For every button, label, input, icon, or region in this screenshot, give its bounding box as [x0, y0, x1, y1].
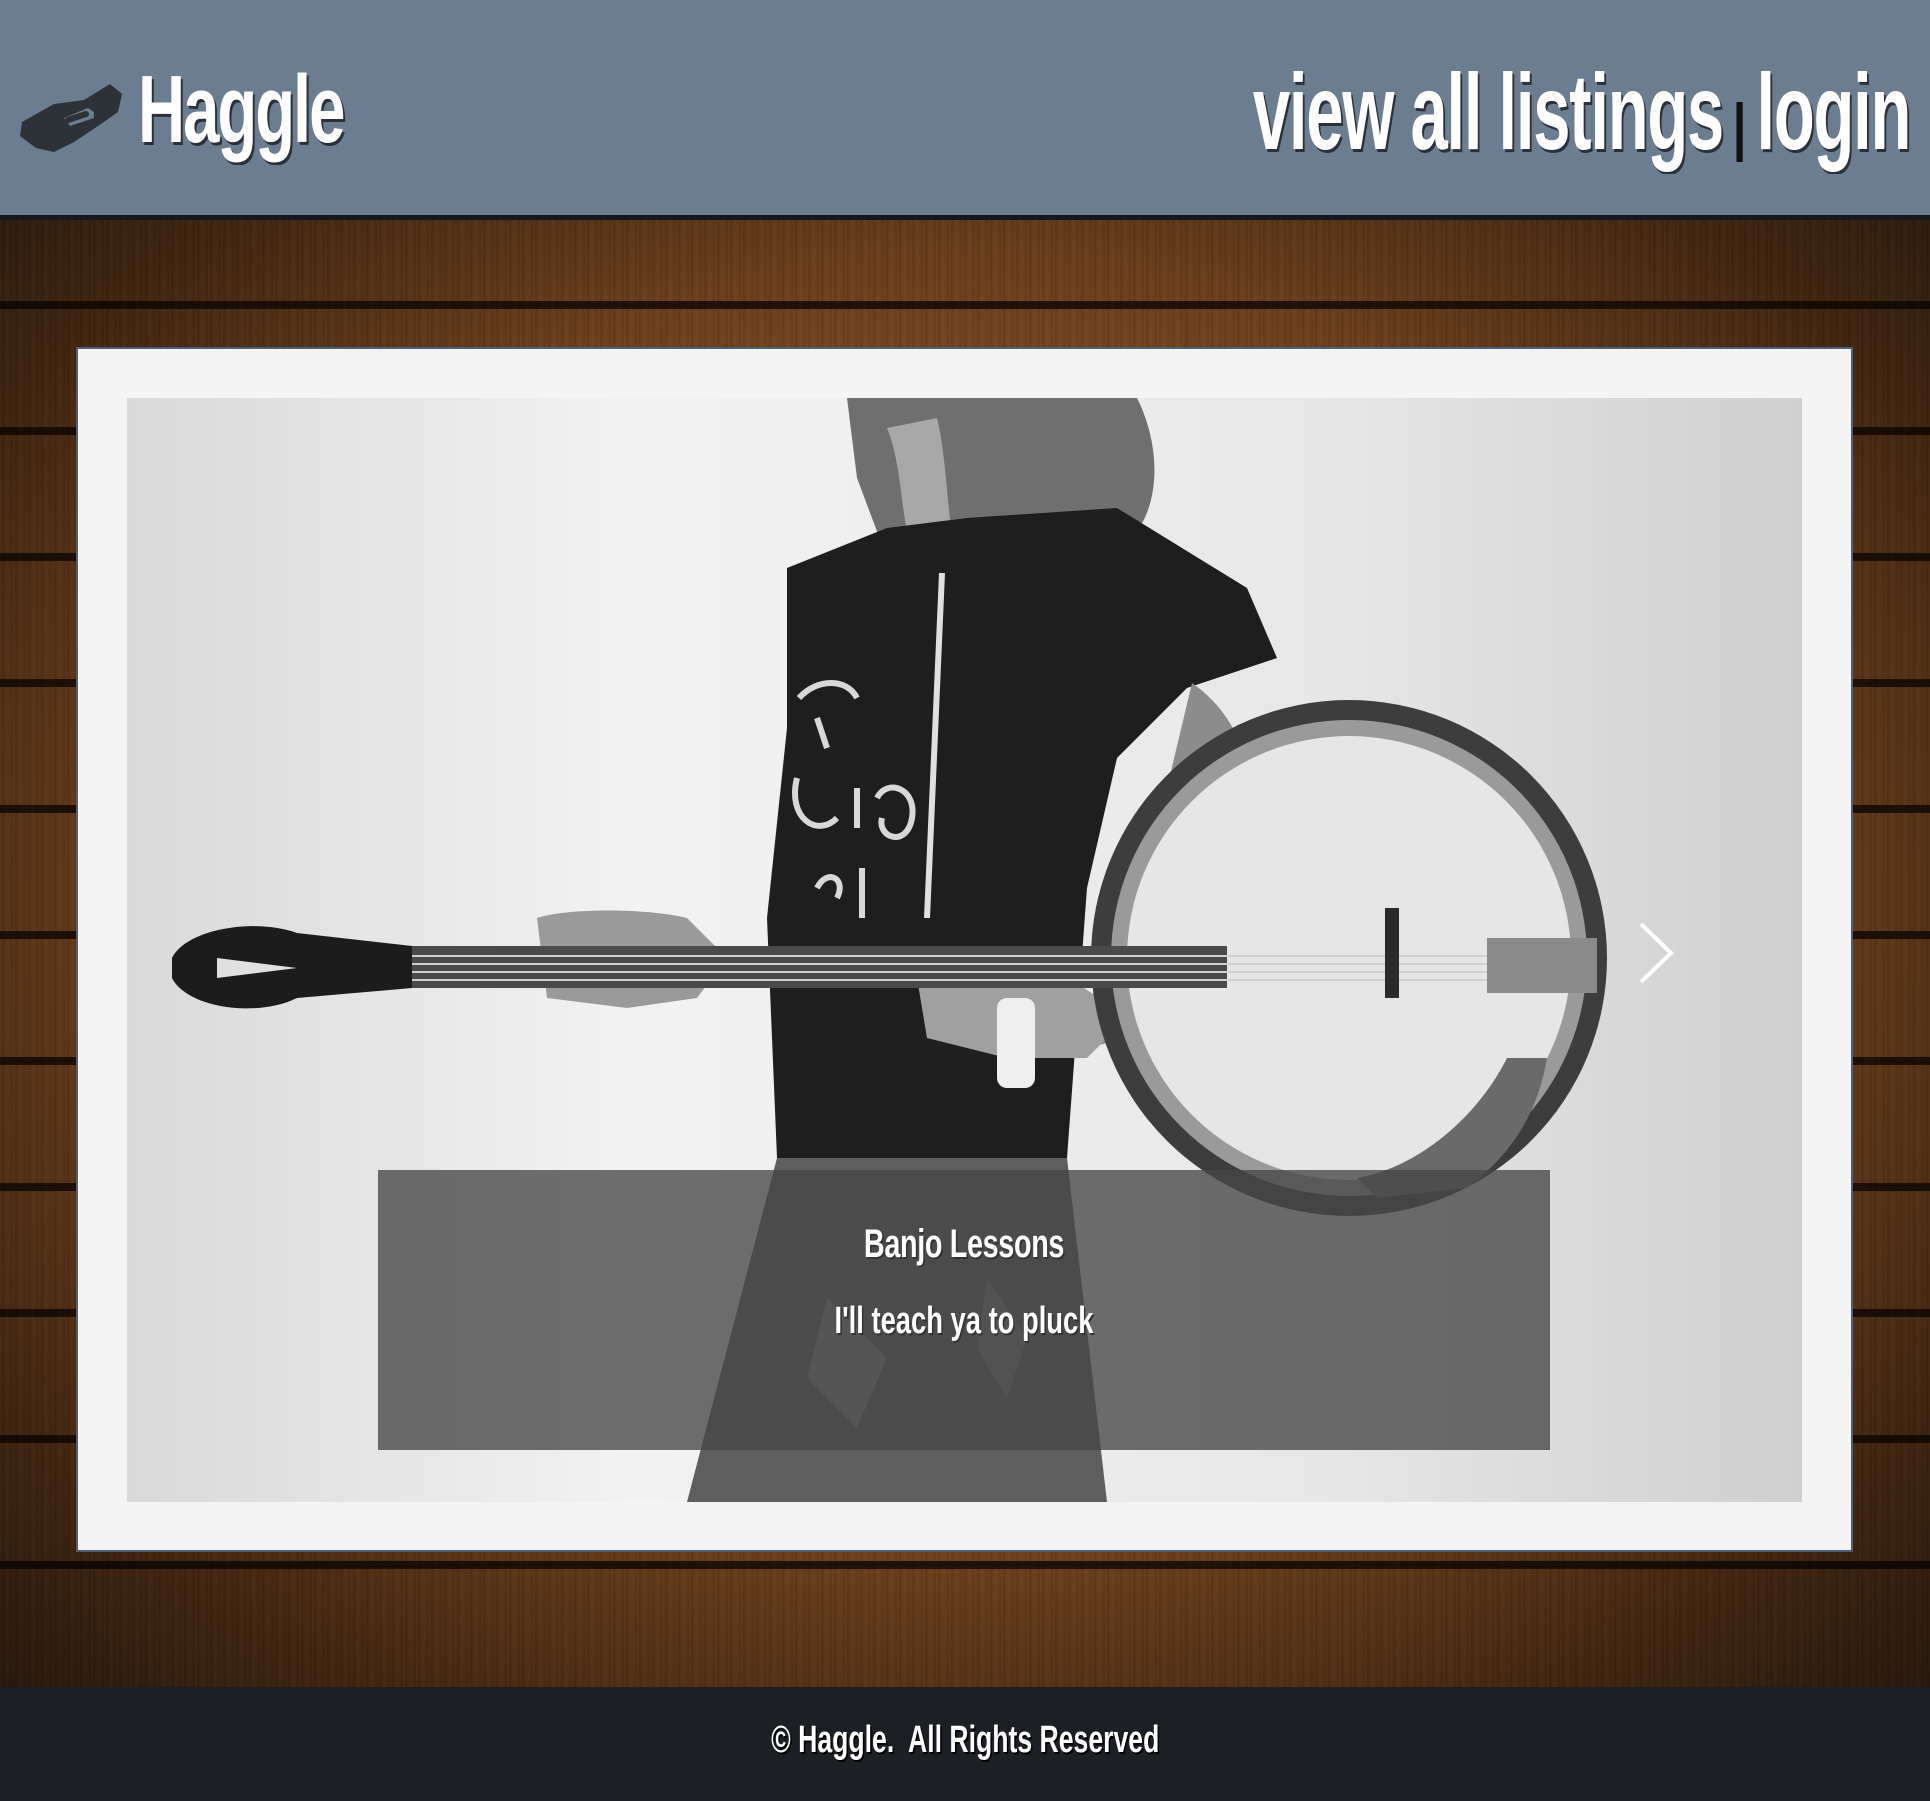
listing-title[interactable]: Banjo Lessons [542, 1222, 1386, 1267]
copyright-text: © Haggle. All Rights Reserved [770, 1719, 1160, 1761]
listing-description: I'll teach ya to pluck [834, 1300, 1094, 1342]
chevron-right-icon[interactable] [1627, 918, 1687, 988]
listing-carousel[interactable]: Banjo Lessons I'll teach ya to pluck [127, 398, 1802, 1502]
listing-card: Banjo Lessons I'll teach ya to pluck [76, 347, 1853, 1552]
site-footer: © Haggle. All Rights Reserved [0, 1687, 1930, 1801]
brand-logo[interactable]: Haggle [14, 55, 440, 165]
site-header: Haggle view all listings login [0, 0, 1930, 220]
brand-name: Haggle [138, 56, 345, 163]
nav-separator [1736, 102, 1743, 162]
view-all-listings-link[interactable]: view all listings [1253, 58, 1724, 166]
handshake-icon [20, 84, 122, 152]
main-nav: view all listings login [1253, 58, 1912, 166]
slide-caption: Banjo Lessons I'll teach ya to pluck [378, 1170, 1550, 1450]
login-link[interactable]: login [1756, 58, 1911, 166]
